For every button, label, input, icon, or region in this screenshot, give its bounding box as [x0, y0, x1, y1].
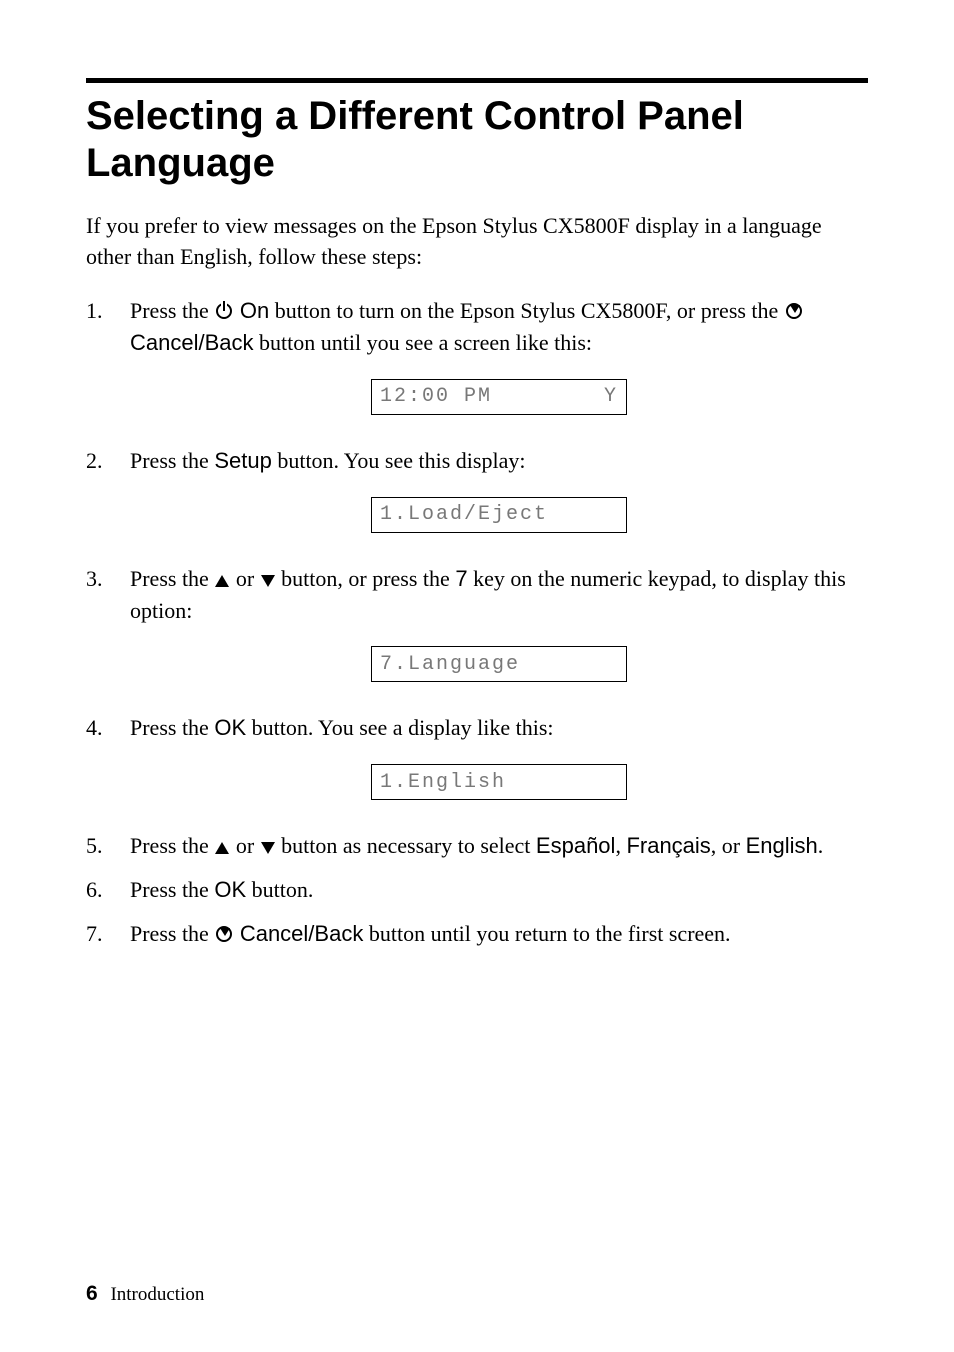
- key-7-label: 7: [455, 566, 467, 591]
- ok-button-label: OK: [214, 877, 246, 902]
- step-number: 5.: [86, 830, 103, 862]
- cancel-back-icon: [786, 303, 802, 319]
- step-number: 2.: [86, 445, 103, 477]
- power-icon: [216, 303, 232, 319]
- step-text: button, or press the: [276, 566, 456, 591]
- step-text: button until you return to the first scr…: [363, 921, 730, 946]
- step-6: 6. Press the OK button.: [130, 874, 868, 906]
- step-7: 7. Press the Cancel/Back button until yo…: [130, 918, 868, 950]
- section-name: Introduction: [110, 1284, 204, 1305]
- page-heading: Selecting a Different Control Panel Lang…: [86, 93, 868, 187]
- lcd-display-2: 1.Load/Eject: [371, 497, 627, 533]
- step-text: or: [230, 566, 259, 591]
- lcd-text-left: 12:00 PM: [380, 382, 492, 411]
- intro-paragraph: If you prefer to view messages on the Ep…: [86, 211, 868, 273]
- on-button-label: On: [240, 298, 269, 323]
- up-arrow-icon: [215, 575, 229, 587]
- step-number: 3.: [86, 563, 103, 595]
- down-arrow-icon: [261, 575, 275, 587]
- step-text: button to turn on the Epson Stylus CX580…: [269, 298, 784, 323]
- step-2: 2. Press the Setup button. You see this …: [130, 445, 868, 533]
- step-1: 1. Press the On button to turn on the Ep…: [130, 295, 868, 415]
- step-text: Press the: [130, 715, 214, 740]
- step-4: 4. Press the OK button. You see a displa…: [130, 712, 868, 800]
- step-number: 6.: [86, 874, 103, 906]
- lcd-text-right: Y: [604, 382, 618, 411]
- down-arrow-icon: [261, 842, 275, 854]
- lcd-display-1: 12:00 PM Y: [371, 379, 627, 415]
- lcd-display-3: 7.Language: [371, 646, 627, 682]
- steps-list: 1. Press the On button to turn on the Ep…: [86, 295, 868, 950]
- espanol-option: Español: [536, 833, 616, 858]
- lcd-text: 1.Load/Eject: [380, 500, 548, 529]
- step-text: button until you see a screen like this:: [254, 330, 593, 355]
- step-text: Press the: [130, 298, 214, 323]
- step-text: Press the: [130, 448, 214, 473]
- step-text: button. You see this display:: [272, 448, 526, 473]
- step-text: Press the: [130, 877, 214, 902]
- lcd-display-4: 1.English: [371, 764, 627, 800]
- step-5: 5. Press the or button as necessary to s…: [130, 830, 868, 862]
- francais-option: Français: [626, 833, 710, 858]
- step-text: button. You see a display like this:: [246, 715, 553, 740]
- setup-button-label: Setup: [214, 448, 272, 473]
- up-arrow-icon: [215, 842, 229, 854]
- step-text: , or: [711, 833, 746, 858]
- step-text: button as necessary to select: [276, 833, 536, 858]
- step-text: Press the: [130, 833, 214, 858]
- cancel-back-button-label: Cancel/Back: [130, 330, 254, 355]
- lcd-text: 7.Language: [380, 650, 520, 679]
- step-number: 4.: [86, 712, 103, 744]
- step-text: .: [818, 833, 824, 858]
- step-3: 3. Press the or button, or press the 7 k…: [130, 563, 868, 683]
- page-footer: 6 Introduction: [86, 1282, 204, 1306]
- lcd-text: 1.English: [380, 768, 506, 797]
- step-text: ,: [615, 833, 626, 858]
- ok-button-label: OK: [214, 715, 246, 740]
- step-text: Press the: [130, 921, 214, 946]
- horizontal-rule: [86, 78, 868, 83]
- step-text: Press the: [130, 566, 214, 591]
- cancel-back-icon: [216, 926, 232, 942]
- page-number: 6: [86, 1282, 98, 1305]
- english-option: English: [746, 833, 818, 858]
- step-number: 7.: [86, 918, 103, 950]
- cancel-back-button-label: Cancel/Back: [240, 921, 364, 946]
- step-number: 1.: [86, 295, 103, 327]
- step-text: or: [230, 833, 259, 858]
- step-text: button.: [246, 877, 313, 902]
